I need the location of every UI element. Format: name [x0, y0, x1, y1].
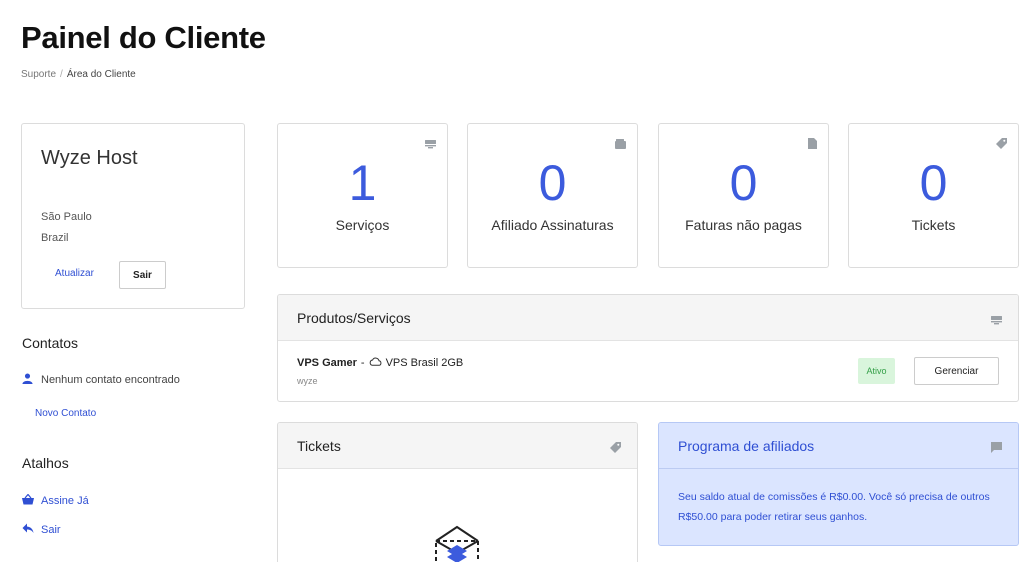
- tag-icon: [996, 136, 1007, 154]
- breadcrumb-home[interactable]: Suporte: [21, 69, 56, 80]
- shortcut-label: Assine Já: [41, 495, 89, 507]
- stat-tile-tickets[interactable]: 0 Tickets: [848, 123, 1019, 268]
- status-badge: Ativo: [858, 358, 895, 384]
- contacts-heading: Contatos: [22, 335, 79, 351]
- shortcuts-heading: Atalhos: [22, 455, 69, 471]
- client-country: Brazil: [41, 232, 69, 244]
- update-button[interactable]: Atualizar: [55, 268, 94, 279]
- products-panel: Produtos/Serviços VPS Gamer - VPS Brasil…: [277, 294, 1019, 402]
- basket-icon: [22, 493, 41, 508]
- empty-inbox-icon: [433, 523, 481, 562]
- tickets-panel-header: Tickets: [278, 423, 637, 469]
- products-panel-title: Produtos/Serviços: [297, 310, 411, 326]
- client-city: São Paulo: [41, 211, 92, 223]
- contacts-empty: Nenhum contato encontrado: [22, 373, 180, 387]
- shortcut-label: Sair: [41, 524, 61, 536]
- affiliates-text: Seu saldo atual de comissões é R$0.00. V…: [678, 491, 990, 523]
- product-name: VPS Gamer: [297, 357, 357, 369]
- products-panel-header: Produtos/Serviços: [278, 295, 1018, 341]
- breadcrumb-separator: /: [60, 69, 63, 80]
- affiliates-panel: Programa de afiliados Seu saldo atual de…: [658, 422, 1019, 546]
- server-icon: [991, 312, 1002, 330]
- wallet-icon: [615, 136, 626, 154]
- logout-button[interactable]: Sair: [119, 261, 166, 289]
- stat-value: 1: [348, 155, 377, 211]
- stat-tile-affiliate-subscriptions[interactable]: 0 Afiliado Assinaturas: [467, 123, 638, 268]
- contacts-empty-text: Nenhum contato encontrado: [41, 374, 180, 386]
- stat-label: Tickets: [911, 217, 956, 233]
- tickets-panel-title: Tickets: [297, 438, 341, 454]
- user-icon: [22, 373, 41, 387]
- stat-label: Afiliado Assinaturas: [491, 217, 614, 233]
- affiliates-panel-header: Programa de afiliados: [659, 423, 1018, 469]
- client-name: Wyze Host: [41, 147, 138, 169]
- stat-tile-unpaid-invoices[interactable]: 0 Faturas não pagas: [658, 123, 829, 268]
- chat-icon: [991, 440, 1002, 458]
- document-icon: [808, 136, 817, 154]
- cloud-icon: [365, 357, 386, 369]
- client-card: Wyze Host São Paulo Brazil Atualizar Sai…: [21, 123, 245, 309]
- server-icon: [425, 136, 436, 154]
- back-arrow-icon: [22, 523, 41, 537]
- affiliates-panel-title: Programa de afiliados: [678, 438, 815, 454]
- stat-value: 0: [919, 155, 948, 211]
- shortcut-subscribe[interactable]: Assine Já: [22, 493, 89, 508]
- product-domain: wyze: [297, 376, 318, 386]
- stat-label: Serviços: [335, 217, 390, 233]
- stat-tile-services[interactable]: 1 Serviços: [277, 123, 448, 268]
- stat-label: Faturas não pagas: [685, 217, 802, 233]
- tag-icon: [610, 440, 621, 458]
- manage-button[interactable]: Gerenciar: [914, 357, 999, 385]
- page-title: Painel do Cliente: [21, 20, 266, 55]
- breadcrumb-current: Área do Cliente: [66, 69, 136, 80]
- stat-value: 0: [538, 155, 567, 211]
- breadcrumb: Suporte / Área do Cliente: [21, 69, 136, 80]
- shortcut-logout[interactable]: Sair: [22, 523, 61, 537]
- product-title[interactable]: VPS Gamer - VPS Brasil 2GB: [297, 357, 463, 369]
- product-plan: VPS Brasil 2GB: [385, 357, 464, 369]
- tickets-panel: Tickets: [277, 422, 638, 562]
- new-contact-link[interactable]: Novo Contato: [35, 408, 96, 419]
- stat-value: 0: [729, 155, 758, 211]
